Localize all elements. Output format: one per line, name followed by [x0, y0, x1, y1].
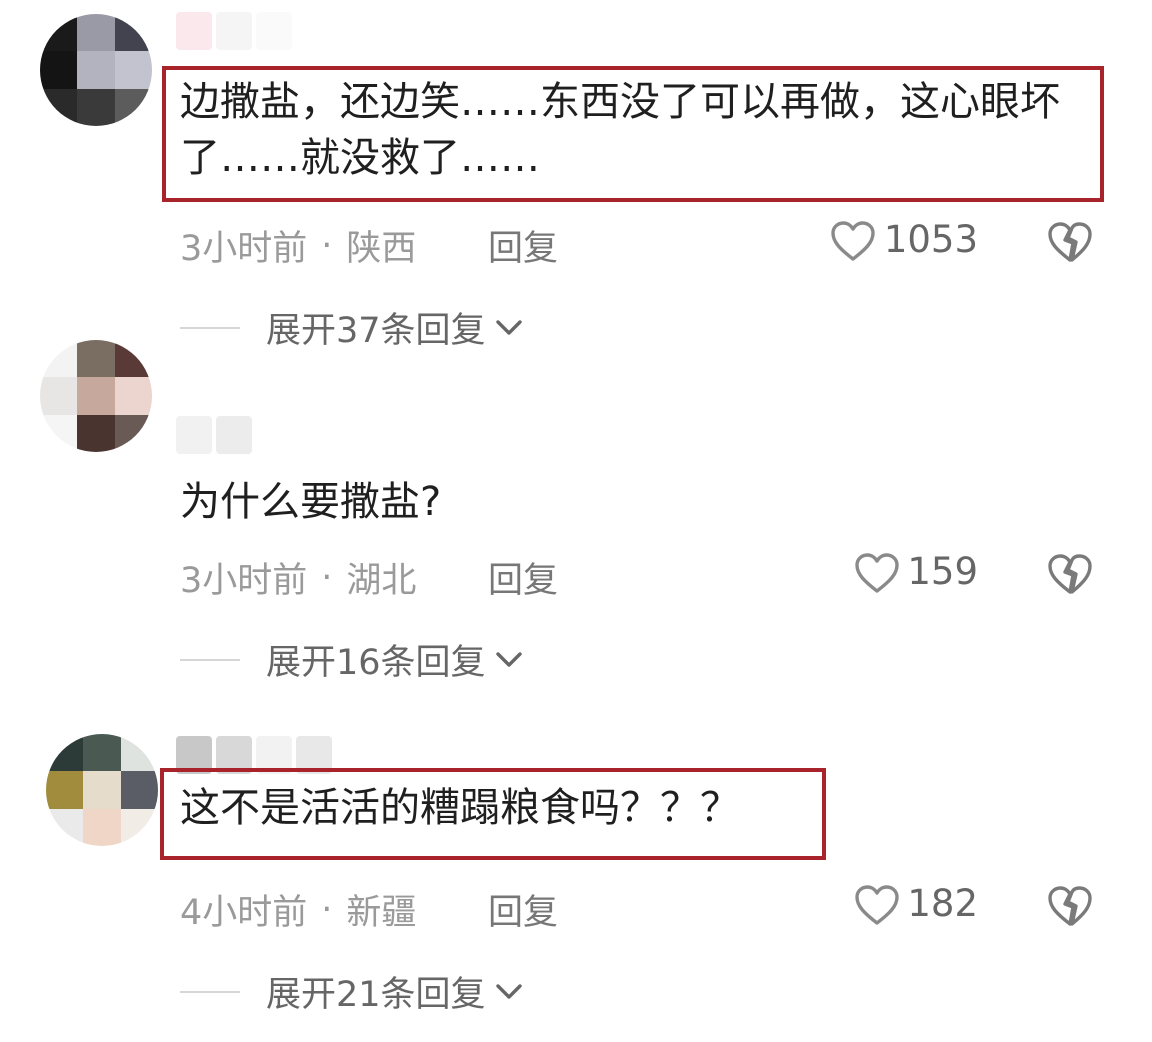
- avatar-mosaic-tile: [40, 88, 78, 126]
- comment-time: 3小时前: [180, 229, 308, 269]
- username-mosaic-tile: [256, 12, 292, 50]
- avatar-mosaic-tile: [77, 377, 115, 415]
- avatar-mosaic-tile: [46, 734, 84, 772]
- username-mosaic-tile: [176, 12, 212, 50]
- avatar-mosaic-tile: [77, 88, 115, 126]
- avatar-mosaic-tile: [40, 377, 78, 415]
- reply-button[interactable]: 回复: [488, 884, 558, 935]
- broken-heart-icon: [1048, 222, 1092, 262]
- divider-line: [180, 658, 240, 661]
- avatar-mosaic-tile: [40, 414, 78, 452]
- heart-outline-icon: [831, 221, 875, 261]
- avatar-mosaic-tile: [120, 734, 158, 772]
- like-count: 1053: [883, 218, 978, 261]
- meta-separator: ·: [321, 557, 333, 598]
- avatar-mosaic-tile: [77, 14, 115, 52]
- comment-meta: 4小时前 · 新疆 回复: [180, 884, 558, 935]
- dislike-button[interactable]: [1046, 884, 1094, 928]
- username-blurred[interactable]: [176, 12, 292, 50]
- heart-outline-icon: [855, 553, 899, 593]
- avatar-mosaic-tile: [40, 51, 78, 89]
- username-blurred[interactable]: [176, 416, 252, 454]
- reply-button[interactable]: 回复: [488, 552, 558, 603]
- avatar[interactable]: [46, 734, 158, 846]
- meta-separator: ·: [321, 889, 333, 930]
- comment-location: 湖北: [346, 561, 417, 601]
- like-count: 182: [907, 882, 978, 925]
- avatar-mosaic-tile: [77, 51, 115, 89]
- avatar-mosaic-tile: [77, 340, 115, 378]
- username-mosaic-tile: [216, 416, 252, 454]
- avatar-mosaic-tile: [114, 377, 152, 415]
- comment-meta: 3小时前 · 陕西 回复: [180, 220, 558, 271]
- like-count: 159: [907, 550, 978, 593]
- reply-button[interactable]: 回复: [488, 220, 558, 271]
- username-mosaic-tile: [216, 12, 252, 50]
- comment-time: 3小时前: [180, 561, 308, 601]
- expand-replies[interactable]: 展开21条回复: [180, 966, 524, 1017]
- avatar-mosaic-tile: [83, 808, 121, 846]
- avatar-mosaic-tile: [120, 808, 158, 846]
- avatar-mosaic-tile: [46, 808, 84, 846]
- avatar-mosaic-tile: [83, 771, 121, 809]
- avatar-mosaic-tile: [114, 340, 152, 378]
- divider-line: [180, 990, 240, 993]
- avatar-mosaic-tile: [40, 14, 78, 52]
- comment-location: 陕西: [346, 229, 417, 269]
- comment-text: 为什么要撒盐?: [180, 479, 442, 525]
- meta-separator: ·: [321, 225, 333, 266]
- avatar[interactable]: [40, 14, 152, 126]
- dislike-button[interactable]: [1046, 220, 1094, 264]
- comment-text: 这不是活活的糟蹋粮食吗？？？: [180, 785, 740, 831]
- avatar-mosaic-tile: [83, 734, 121, 772]
- expand-replies-label: 展开21条回复: [266, 975, 486, 1015]
- chevron-down-icon: [495, 983, 522, 999]
- heart-outline-icon: [855, 885, 899, 925]
- comment-time: 4小时前: [180, 893, 308, 933]
- avatar-mosaic-tile: [114, 88, 152, 126]
- username-mosaic-tile: [176, 416, 212, 454]
- like-button[interactable]: 1053: [830, 216, 978, 268]
- comment-location: 新疆: [346, 893, 417, 933]
- avatar-mosaic-tile: [120, 771, 158, 809]
- divider-line: [180, 326, 240, 329]
- avatar-mosaic-tile: [40, 340, 78, 378]
- like-button[interactable]: 182: [830, 880, 978, 932]
- avatar-mosaic-tile: [114, 14, 152, 52]
- like-button[interactable]: 159: [830, 548, 978, 600]
- avatar-mosaic-tile: [46, 771, 84, 809]
- comment-item: 这不是活活的糟蹋粮食吗？？？ 4小时前 · 新疆 回复 182 展开21条回复: [0, 664, 1152, 1015]
- dislike-button[interactable]: [1046, 552, 1094, 596]
- comment-text: 边撒盐，还边笑……东西没了可以再做，这心眼坏了……就没救了……: [180, 79, 1060, 181]
- avatar-mosaic-tile: [114, 414, 152, 452]
- avatar-mosaic-tile: [114, 51, 152, 89]
- comment-item: 边撒盐，还边笑……东西没了可以再做，这心眼坏了……就没救了…… 3小时前 · 陕…: [0, 0, 1152, 351]
- comment-meta: 3小时前 · 湖北 回复: [180, 552, 558, 603]
- avatar-mosaic-tile: [77, 414, 115, 452]
- comment-item: 为什么要撒盐? 3小时前 · 湖北 回复 159 展开16条回复: [0, 332, 1152, 683]
- broken-heart-icon: [1048, 554, 1092, 594]
- broken-heart-icon: [1048, 886, 1092, 926]
- avatar[interactable]: [40, 340, 152, 452]
